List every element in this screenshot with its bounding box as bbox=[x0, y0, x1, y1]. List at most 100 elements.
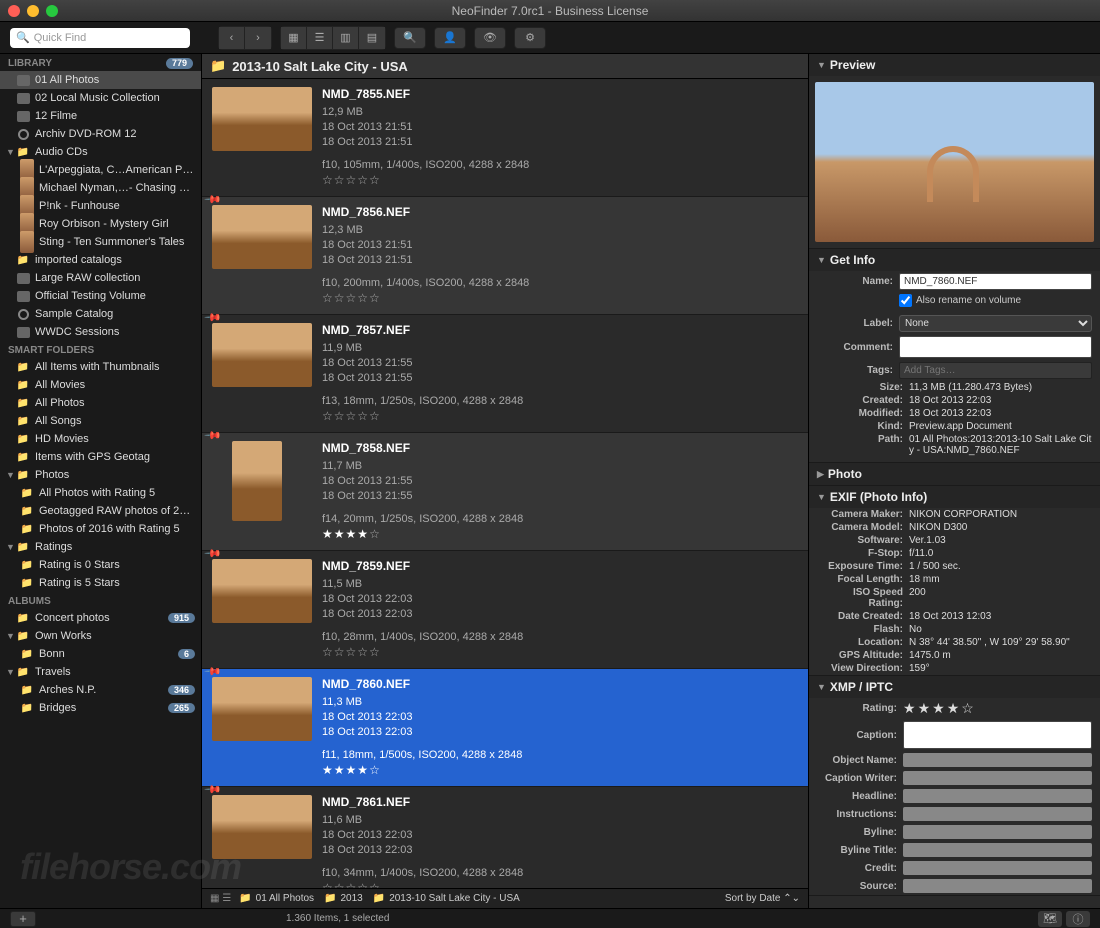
sidebar-item[interactable]: ▼📁Travels bbox=[0, 663, 201, 681]
sidebar-item[interactable]: WWDC Sessions bbox=[0, 323, 201, 341]
rating-stars[interactable]: ★★★★☆ bbox=[903, 700, 976, 717]
sidebar-item-label: Travels bbox=[35, 666, 195, 678]
close-window-button[interactable] bbox=[8, 5, 20, 17]
forward-button[interactable]: › bbox=[245, 27, 271, 49]
minimize-window-button[interactable] bbox=[27, 5, 39, 17]
preview-section-header[interactable]: ▼Preview bbox=[809, 54, 1100, 76]
file-rating[interactable]: ☆☆☆☆☆ bbox=[322, 881, 798, 888]
photo-section-header[interactable]: ▶Photo bbox=[809, 463, 1100, 485]
sidebar-item[interactable]: 01 All Photos bbox=[0, 71, 201, 89]
iptc-field[interactable] bbox=[903, 843, 1092, 857]
file-row[interactable]: 📌NMD_7860.NEF11,3 MB18 Oct 2013 22:0318 … bbox=[202, 669, 808, 787]
find-button[interactable]: 🔍 bbox=[394, 27, 426, 49]
exif-section-header[interactable]: ▼EXIF (Photo Info) bbox=[809, 486, 1100, 508]
iptc-field[interactable] bbox=[903, 807, 1092, 821]
file-rating[interactable]: ☆☆☆☆☆ bbox=[322, 291, 798, 306]
grid-view-button[interactable]: ▦ bbox=[281, 27, 307, 49]
sfolder-icon: 📁 bbox=[16, 468, 30, 482]
quicklook-button[interactable]: 👁 bbox=[474, 27, 506, 49]
thumb-icon bbox=[20, 163, 34, 177]
file-row[interactable]: 📌NMD_7855.NEF12,9 MB18 Oct 2013 21:5118 … bbox=[202, 79, 808, 197]
file-rating[interactable]: ★★★★☆ bbox=[322, 527, 798, 542]
sidebar-item[interactable]: Sample Catalog bbox=[0, 305, 201, 323]
sidebar-item-label: Sting - Ten Summoner's Tales bbox=[39, 236, 195, 248]
add-button[interactable]: + bbox=[10, 911, 36, 927]
file-exif: f10, 200mm, 1/400s, ISO200, 4288 x 2848 bbox=[322, 276, 798, 291]
sidebar-item[interactable]: 📁All Items with Thumbnails bbox=[0, 358, 201, 376]
file-row[interactable]: 📌NMD_7861.NEF11,6 MB18 Oct 2013 22:0318 … bbox=[202, 787, 808, 888]
file-row[interactable]: 📌NMD_7856.NEF12,3 MB18 Oct 2013 21:5118 … bbox=[202, 197, 808, 315]
zoom-window-button[interactable] bbox=[46, 5, 58, 17]
sidebar-item[interactable]: 📁Concert photos915 bbox=[0, 609, 201, 627]
sidebar-item[interactable]: 📁Geotagged RAW photos of 2013 bbox=[0, 502, 201, 520]
file-date: 18 Oct 2013 21:55 bbox=[322, 371, 798, 386]
map-toggle-button[interactable]: 🗺 bbox=[1038, 911, 1062, 927]
file-row[interactable]: 📌NMD_7858.NEF11,7 MB18 Oct 2013 21:5518 … bbox=[202, 433, 808, 551]
file-date: 18 Oct 2013 22:03 bbox=[322, 710, 798, 725]
tags-field[interactable] bbox=[899, 362, 1092, 379]
column-view-button[interactable]: ▥ bbox=[333, 27, 359, 49]
gallery-view-button[interactable]: ▤ bbox=[359, 27, 385, 49]
sidebar-item[interactable]: ▼📁Ratings bbox=[0, 538, 201, 556]
breadcrumb-item[interactable]: 📁2013 bbox=[324, 893, 363, 904]
comment-field[interactable] bbox=[899, 336, 1092, 358]
sidebar-item[interactable]: 📁All Songs bbox=[0, 412, 201, 430]
name-field[interactable] bbox=[899, 273, 1092, 290]
settings-button[interactable]: ⚙ bbox=[514, 27, 546, 49]
list-view-button[interactable]: ☰ bbox=[307, 27, 333, 49]
sidebar-item[interactable]: 📁All Photos bbox=[0, 394, 201, 412]
breadcrumb-item[interactable]: 📁01 All Photos bbox=[239, 893, 314, 904]
sidebar-item[interactable]: 📁Items with GPS Geotag bbox=[0, 448, 201, 466]
file-row[interactable]: 📌NMD_7857.NEF11,9 MB18 Oct 2013 21:5518 … bbox=[202, 315, 808, 433]
iptc-field[interactable] bbox=[903, 825, 1092, 839]
sidebar-item-label: WWDC Sessions bbox=[35, 326, 195, 338]
sidebar-item[interactable]: ▼📁Own Works bbox=[0, 627, 201, 645]
sidebar-item[interactable]: 📁HD Movies bbox=[0, 430, 201, 448]
sidebar-item[interactable]: 12 Filme bbox=[0, 107, 201, 125]
sidebar-item[interactable]: 📁Bridges265 bbox=[0, 699, 201, 717]
view-toggle-icon[interactable]: ▦ ☰ bbox=[210, 893, 231, 904]
xmp-section-header[interactable]: ▼XMP / IPTC bbox=[809, 676, 1100, 698]
file-rating[interactable]: ☆☆☆☆☆ bbox=[322, 409, 798, 424]
file-rating[interactable]: ☆☆☆☆☆ bbox=[322, 645, 798, 660]
file-row[interactable]: 📌NMD_7859.NEF11,5 MB18 Oct 2013 22:0318 … bbox=[202, 551, 808, 669]
sidebar-item[interactable]: 02 Local Music Collection bbox=[0, 89, 201, 107]
sidebar-item[interactable]: 📁All Movies bbox=[0, 376, 201, 394]
iptc-field[interactable] bbox=[903, 879, 1092, 893]
file-list[interactable]: 📌NMD_7855.NEF12,9 MB18 Oct 2013 21:5118 … bbox=[202, 79, 808, 888]
file-date: 18 Oct 2013 22:03 bbox=[322, 843, 798, 858]
getinfo-section-header[interactable]: ▼Get Info bbox=[809, 249, 1100, 271]
sidebar-item[interactable]: Large RAW collection bbox=[0, 269, 201, 287]
file-exif: f13, 18mm, 1/250s, ISO200, 4288 x 2848 bbox=[322, 394, 798, 409]
breadcrumb-item[interactable]: 📁2013-10 Salt Lake City - USA bbox=[373, 893, 520, 904]
info-toggle-button[interactable]: ⓘ bbox=[1066, 911, 1090, 927]
sidebar-item[interactable]: 📁Rating is 0 Stars bbox=[0, 556, 201, 574]
sidebar-item[interactable]: 📁Bonn6 bbox=[0, 645, 201, 663]
sidebar-item[interactable]: 📁All Photos with Rating 5 bbox=[0, 484, 201, 502]
label-select[interactable]: None bbox=[899, 315, 1092, 332]
sidebar-item[interactable]: 📁Arches N.P.346 bbox=[0, 681, 201, 699]
people-button[interactable]: 👤 bbox=[434, 27, 466, 49]
file-size: 11,3 MB bbox=[322, 695, 798, 710]
iptc-field[interactable] bbox=[903, 753, 1092, 767]
sidebar-item[interactable]: 📁Photos of 2016 with Rating 5 bbox=[0, 520, 201, 538]
file-size: 12,3 MB bbox=[322, 223, 798, 238]
back-button[interactable]: ‹ bbox=[219, 27, 245, 49]
quick-find-input[interactable]: 🔍 Quick Find bbox=[10, 28, 190, 48]
iptc-field[interactable] bbox=[903, 721, 1092, 749]
sfolder-icon: 📁 bbox=[20, 504, 34, 518]
sidebar-item[interactable]: 📁Rating is 5 Stars bbox=[0, 574, 201, 592]
rename-on-volume-checkbox[interactable] bbox=[899, 294, 912, 307]
folder-title: 2013-10 Salt Lake City - USA bbox=[232, 59, 408, 74]
file-rating[interactable]: ☆☆☆☆☆ bbox=[322, 173, 798, 188]
file-rating[interactable]: ★★★★☆ bbox=[322, 763, 798, 778]
sidebar-item[interactable]: Sting - Ten Summoner's Tales bbox=[0, 233, 201, 251]
sidebar-item[interactable]: Archiv DVD-ROM 12 bbox=[0, 125, 201, 143]
iptc-field[interactable] bbox=[903, 789, 1092, 803]
iptc-field[interactable] bbox=[903, 861, 1092, 875]
iptc-field[interactable] bbox=[903, 771, 1092, 785]
sidebar-item[interactable]: 📁imported catalogs bbox=[0, 251, 201, 269]
sort-selector[interactable]: Sort by Date ⌃⌄ bbox=[725, 893, 800, 904]
sidebar-item[interactable]: Official Testing Volume bbox=[0, 287, 201, 305]
sidebar-item[interactable]: ▼📁Photos bbox=[0, 466, 201, 484]
